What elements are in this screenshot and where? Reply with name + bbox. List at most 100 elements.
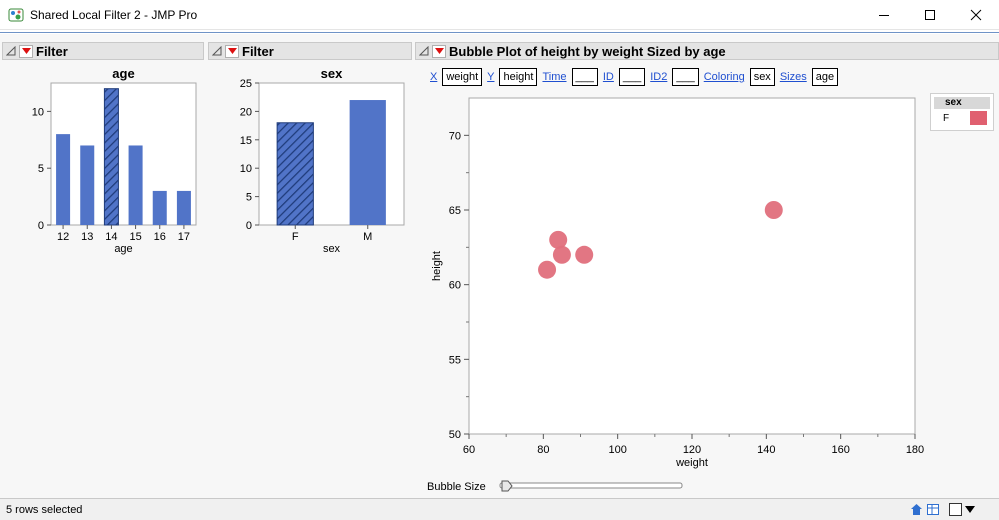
legend-item-label: F xyxy=(943,113,950,124)
y-tick-label: 15 xyxy=(240,135,252,147)
x-axis-label: weight xyxy=(675,457,708,469)
x-axis-label: age xyxy=(114,243,132,255)
red-triangle-menu-icon[interactable] xyxy=(19,44,33,58)
y-tick-label: 10 xyxy=(240,163,252,175)
y-tick-label: 20 xyxy=(240,106,252,118)
age-filter-histogram[interactable]: age 0 5 10 12 13 14 15 16 17 age xyxy=(0,60,206,260)
plot-frame xyxy=(50,82,197,226)
red-triangle-menu-icon[interactable] xyxy=(225,44,239,58)
filter-age-outline-header[interactable]: Filter xyxy=(2,42,204,60)
bar-13[interactable] xyxy=(80,145,95,225)
role-y-link[interactable]: Y xyxy=(487,71,494,83)
role-x-link[interactable]: X xyxy=(430,71,437,83)
status-bar: 5 rows selected xyxy=(0,498,999,520)
table-icon[interactable] xyxy=(927,503,939,516)
bar-15[interactable] xyxy=(128,145,143,225)
plot-frame xyxy=(468,97,916,435)
role-time-dropzone[interactable]: ___ xyxy=(571,68,598,86)
x-tick-label: 140 xyxy=(757,444,775,456)
y-tick-label: 25 xyxy=(240,78,252,90)
status-text: 5 rows selected xyxy=(6,504,83,516)
disclosure-icon[interactable] xyxy=(6,46,16,56)
x-tick-label: 60 xyxy=(463,444,475,456)
bubble-point[interactable] xyxy=(764,201,783,219)
x-tick-label: M xyxy=(363,231,372,243)
x-axis-label: sex xyxy=(323,243,341,255)
y-tick-label: 10 xyxy=(32,106,44,118)
x-tick-label: 160 xyxy=(831,444,849,456)
bar-14[interactable] xyxy=(103,88,119,226)
role-coloring-link[interactable]: Coloring xyxy=(704,71,745,83)
role-coloring-dropzone[interactable]: sex xyxy=(749,68,775,86)
role-x-dropzone[interactable]: weight xyxy=(442,68,483,86)
y-tick-label: 70 xyxy=(449,130,461,142)
x-tick-label: 180 xyxy=(906,444,924,456)
chart-title: age xyxy=(112,66,134,81)
x-tick-label: 12 xyxy=(57,231,69,243)
bubble-plot-outline-header[interactable]: Bubble Plot of height by weight Sized by… xyxy=(415,42,999,60)
close-icon xyxy=(970,9,982,21)
bar-16[interactable] xyxy=(152,190,167,225)
close-button[interactable] xyxy=(953,0,999,30)
y-tick-label: 50 xyxy=(449,429,461,441)
y-tick-label: 60 xyxy=(449,280,461,292)
window-title: Shared Local Filter 2 - JMP Pro xyxy=(30,8,198,22)
role-id2-link[interactable]: ID2 xyxy=(650,71,667,83)
maximize-icon xyxy=(925,10,935,20)
minimize-icon xyxy=(879,15,889,16)
minimize-button[interactable] xyxy=(861,0,907,30)
bubble-size-slider[interactable] xyxy=(496,478,686,494)
role-sizes-dropzone[interactable]: age xyxy=(811,68,839,86)
bar-12[interactable] xyxy=(56,134,71,225)
legend-swatch xyxy=(970,111,987,125)
bar-M[interactable] xyxy=(349,100,386,225)
role-id-link[interactable]: ID xyxy=(603,71,614,83)
bar-F[interactable] xyxy=(276,122,314,226)
bubble-point[interactable] xyxy=(575,245,594,264)
x-tick-label: 17 xyxy=(178,231,190,243)
x-tick-label: 14 xyxy=(105,231,117,243)
role-y-dropzone[interactable]: height xyxy=(499,68,538,86)
x-tick-label: 13 xyxy=(81,231,93,243)
bar-17[interactable] xyxy=(176,190,191,225)
filter-sex-outline-header[interactable]: Filter xyxy=(208,42,412,60)
filter-age-header-label: Filter xyxy=(36,43,68,59)
bubble-roles-bar: Xweight Yheight Time ___ ID ___ ID2 ___ Coloring… xyxy=(430,68,839,86)
y-tick-label: 0 xyxy=(246,220,252,232)
bubble-plot-header-label: Bubble Plot of height by weight Sized by… xyxy=(449,43,726,59)
legend-header: sex xyxy=(934,97,990,109)
legend-title: sex xyxy=(945,97,962,108)
x-tick-label: F xyxy=(292,231,299,243)
x-tick-label: 100 xyxy=(608,444,626,456)
role-time-link[interactable]: Time xyxy=(542,71,566,83)
sex-filter-histogram[interactable]: sex 0 5 10 15 20 25 F Msex xyxy=(206,60,412,260)
jmp-app-icon xyxy=(8,8,24,22)
x-tick-label: 16 xyxy=(154,231,166,243)
y-tick-label: 0 xyxy=(38,220,44,232)
report-area: Filter Filter Bubble Plot of height by w… xyxy=(0,34,999,498)
y-tick-label: 5 xyxy=(38,163,44,175)
disclosure-icon[interactable] xyxy=(419,46,429,56)
y-tick-label: 65 xyxy=(449,205,461,217)
red-triangle-menu-icon[interactable] xyxy=(432,44,446,58)
home-icon[interactable] xyxy=(910,503,923,516)
y-axis-label: height xyxy=(431,251,443,281)
window-layout-icon[interactable] xyxy=(949,503,962,516)
bubble-point[interactable] xyxy=(538,260,557,279)
role-id-dropzone[interactable]: ___ xyxy=(618,68,646,86)
y-tick-label: 55 xyxy=(449,354,461,366)
bubble-point[interactable] xyxy=(552,245,571,264)
title-bar: Shared Local Filter 2 - JMP Pro xyxy=(0,0,999,30)
role-sizes-link[interactable]: Sizes xyxy=(780,71,807,83)
maximize-button[interactable] xyxy=(907,0,953,30)
filter-sex-header-label: Filter xyxy=(242,43,274,59)
title-divider xyxy=(0,30,999,33)
bubble-plot-graph[interactable]: 50 55 60 65 70 60 80 100 120 140 160 180 weight heigh… xyxy=(420,94,925,474)
bubble-point[interactable] xyxy=(549,230,568,249)
chevron-down-icon[interactable] xyxy=(965,506,975,513)
disclosure-icon[interactable] xyxy=(212,46,222,56)
x-tick-label: 120 xyxy=(683,444,701,456)
y-tick-label: 5 xyxy=(246,192,252,204)
legend: sex F xyxy=(930,93,994,131)
role-id2-dropzone[interactable]: ___ xyxy=(672,68,699,86)
